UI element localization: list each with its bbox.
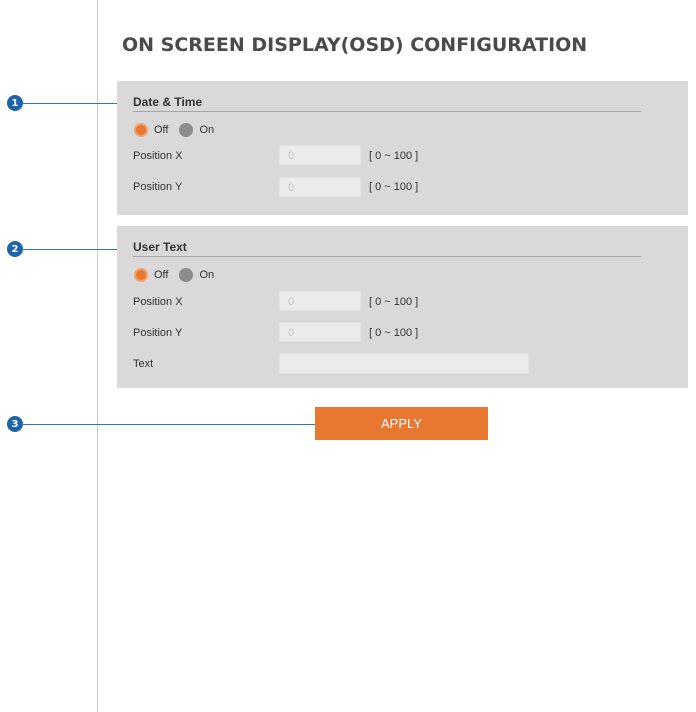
user-text-text-label: Text <box>133 358 154 370</box>
date-time-position-y-label: Position Y <box>133 181 183 193</box>
date-time-position-x-range: [ 0 ~ 100 ] <box>369 150 419 162</box>
date-time-on-radio[interactable] <box>179 123 194 137</box>
date-time-position-x-label: Position X <box>133 150 183 162</box>
date-time-heading: Date & Time <box>133 95 641 112</box>
user-text-on-radio[interactable] <box>179 268 194 282</box>
date-time-panel: Date & Time Off On Position X 0 [ 0 ~ 10… <box>117 81 688 215</box>
date-time-position-x-input[interactable]: 0 <box>279 145 361 165</box>
apply-button[interactable]: APPLY <box>315 407 488 440</box>
callout-marker-3: 3 <box>7 416 23 432</box>
user-text-radio-group: Off On <box>134 267 225 283</box>
user-text-position-y-label: Position Y <box>133 327 183 339</box>
date-time-radio-group: Off On <box>134 122 225 138</box>
user-text-position-x-label: Position X <box>133 296 183 308</box>
user-text-on-label[interactable]: On <box>199 269 214 281</box>
user-text-position-x-range: [ 0 ~ 100 ] <box>369 296 419 308</box>
callout-marker-2: 2 <box>7 241 23 257</box>
date-time-position-y-input[interactable]: 0 <box>279 177 361 197</box>
callout-line-2 <box>23 249 127 250</box>
user-text-text-input[interactable] <box>279 353 529 374</box>
user-text-position-x-input[interactable]: 0 <box>279 291 361 311</box>
callout-marker-1: 1 <box>7 95 23 111</box>
user-text-position-y-input[interactable]: 0 <box>279 322 361 342</box>
date-time-off-radio[interactable] <box>134 123 148 137</box>
date-time-off-label[interactable]: Off <box>154 124 168 136</box>
user-text-position-y-range: [ 0 ~ 100 ] <box>369 327 419 339</box>
callout-line-1 <box>23 103 127 104</box>
user-text-off-label[interactable]: Off <box>154 269 168 281</box>
callout-line-3 <box>23 424 341 425</box>
page-title: ON SCREEN DISPLAY(OSD) CONFIGURATION <box>122 34 588 56</box>
page-divider <box>97 0 98 712</box>
user-text-off-radio[interactable] <box>134 268 148 282</box>
user-text-panel: User Text Off On Position X 0 [ 0 ~ 100 … <box>117 226 688 388</box>
date-time-on-label[interactable]: On <box>199 124 214 136</box>
user-text-heading: User Text <box>133 240 641 257</box>
date-time-position-y-range: [ 0 ~ 100 ] <box>369 181 419 193</box>
